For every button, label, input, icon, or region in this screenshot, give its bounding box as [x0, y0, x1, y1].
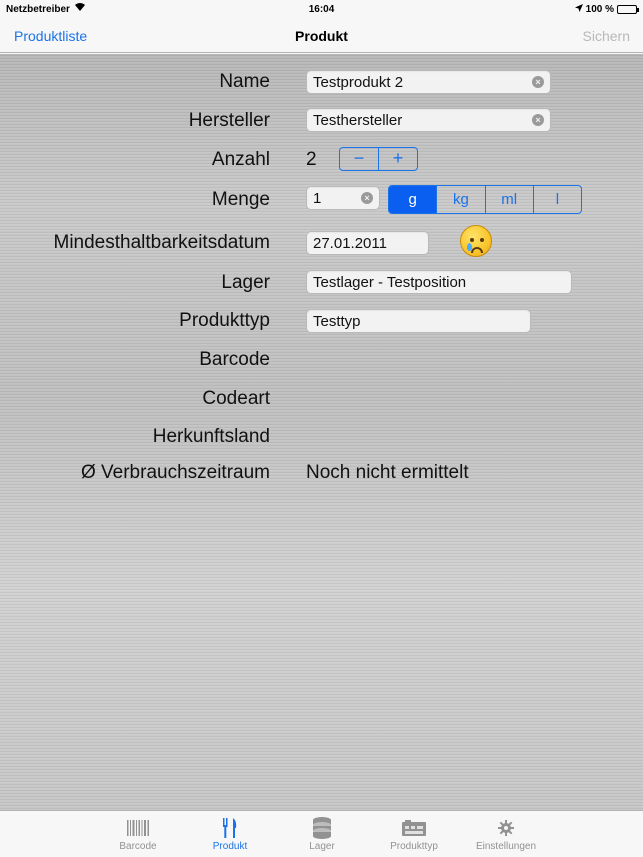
verbrauchszeitraum-label: Ø Verbrauchszeitraum	[80, 462, 270, 483]
battery-icon	[617, 5, 639, 14]
location-arrow-icon	[574, 4, 583, 15]
lager-field[interactable]: Testlager - Testposition	[306, 270, 572, 294]
save-button[interactable]: Sichern	[583, 28, 630, 44]
hersteller-value: Testhersteller	[313, 112, 403, 129]
produkttyp-field[interactable]: Testtyp	[306, 309, 531, 333]
register-icon	[374, 817, 454, 839]
decrement-button[interactable]: −	[340, 148, 378, 170]
tab-lager[interactable]: Lager	[282, 817, 362, 852]
status-bar: Netzbetreiber 16:04 100 %	[0, 0, 643, 20]
mhd-value: 27.01.2011	[313, 235, 387, 252]
produkttyp-value: Testtyp	[313, 313, 361, 330]
clock: 16:04	[308, 4, 335, 15]
lager-value: Testlager - Testposition	[313, 274, 467, 291]
anzahl-stepper: − +	[339, 147, 418, 171]
tab-bar: Barcode Produkt Lager Produkttyp Einstel…	[0, 810, 643, 857]
navigation-bar: Produktliste Produkt Sichern	[0, 20, 643, 53]
gear-icon	[466, 817, 546, 839]
tab-barcode[interactable]: Barcode	[98, 817, 178, 852]
mhd-field[interactable]: 27.01.2011	[306, 231, 429, 255]
clear-icon[interactable]: ×	[532, 114, 544, 126]
name-label: Name	[219, 71, 270, 92]
clear-icon[interactable]: ×	[361, 192, 373, 204]
produkttyp-label: Produkttyp	[179, 310, 270, 331]
battery-percent: 100 %	[585, 4, 614, 15]
product-form: Name Testprodukt 2 × Hersteller Testhers…	[0, 54, 643, 810]
menge-value: 1	[313, 190, 322, 207]
database-icon	[282, 817, 362, 839]
verbrauchszeitraum-value: Noch nicht ermittelt	[306, 462, 469, 483]
tab-einstellungen-label: Einstellungen	[475, 841, 537, 852]
tab-produkttyp-label: Produkttyp	[390, 841, 438, 852]
menge-label: Menge	[211, 189, 270, 210]
fork-knife-icon	[190, 817, 270, 839]
unit-g[interactable]: g	[389, 186, 437, 213]
unit-kg[interactable]: kg	[436, 186, 484, 213]
hersteller-label: Hersteller	[188, 110, 270, 131]
unit-l[interactable]: l	[532, 186, 581, 213]
tab-lager-label: Lager	[309, 841, 335, 852]
codeart-label: Codeart	[202, 388, 270, 409]
tab-produkttyp[interactable]: Produkttyp	[374, 817, 454, 852]
lager-label: Lager	[221, 272, 270, 293]
anzahl-label: Anzahl	[211, 149, 270, 170]
tab-produkt-label: Produkt	[212, 841, 248, 852]
tab-barcode-label: Barcode	[119, 841, 157, 852]
unit-segmented-control: g kg ml l	[388, 185, 582, 214]
crying-face-icon	[460, 225, 492, 257]
tab-einstellungen[interactable]: Einstellungen	[466, 817, 546, 852]
name-value: Testprodukt 2	[313, 74, 404, 91]
tab-produkt[interactable]: Produkt	[190, 817, 270, 852]
increment-button[interactable]: +	[378, 148, 417, 170]
mhd-label: Mindesthaltbarkeitsdatum	[53, 232, 271, 253]
anzahl-value: 2	[306, 149, 317, 170]
hersteller-field[interactable]: Testhersteller ×	[306, 108, 551, 132]
barcode-icon	[98, 817, 178, 839]
barcode-label: Barcode	[199, 349, 270, 370]
name-field[interactable]: Testprodukt 2 ×	[306, 70, 551, 94]
page-title: Produkt	[295, 28, 348, 44]
unit-ml[interactable]: ml	[484, 186, 533, 213]
clear-icon[interactable]: ×	[532, 76, 544, 88]
herkunftsland-label: Herkunftsland	[152, 426, 270, 447]
menge-field[interactable]: 1 ×	[306, 186, 380, 210]
